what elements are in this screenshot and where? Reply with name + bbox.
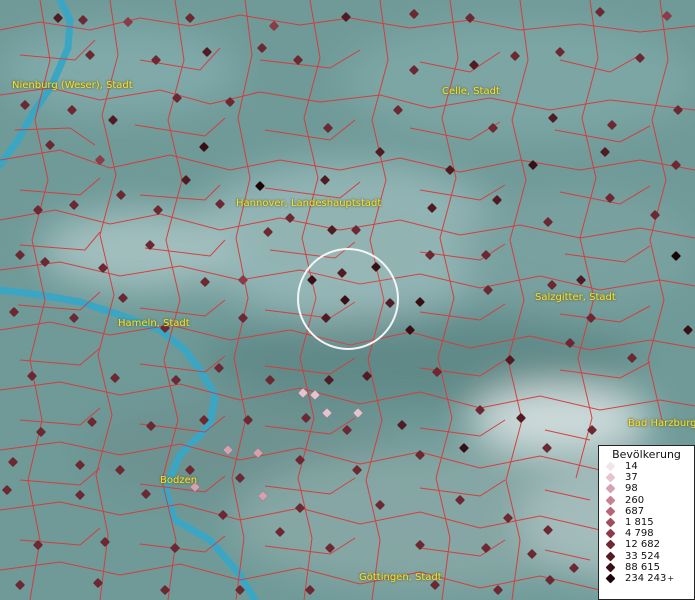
legend-row: 37 — [599, 472, 694, 483]
legend-swatch — [605, 472, 616, 483]
legend-title: Bevölkerung — [612, 448, 681, 461]
city-label-hannover: Hannover, Landeshauptstadt — [236, 198, 382, 209]
legend-swatch — [605, 484, 616, 494]
city-label-goettingen: Göttingen, Stadt — [359, 572, 442, 583]
city-label-bad-harzburg: Bad Harzburg — [628, 418, 695, 429]
legend-row: 260 — [599, 495, 694, 506]
legend-label: 687 — [625, 505, 645, 517]
legend-label: 98 — [625, 483, 638, 495]
legend-swatch — [605, 517, 616, 528]
legend-row: 12 682 — [599, 539, 694, 550]
legend-row: 4 798 — [599, 528, 694, 539]
population-legend: Bevölkerung 14 37 98 260 687 1 815 4 798 12 682… — [598, 445, 695, 600]
legend-row: 687 — [599, 506, 694, 517]
legend-row: 14 — [599, 461, 694, 472]
city-label-hameln: Hameln, Stadt — [118, 318, 190, 329]
legend-label: 37 — [625, 472, 638, 484]
city-label-nienburg: Nienburg (Weser), Stadt — [12, 80, 133, 91]
legend-label: 1 815 — [625, 517, 654, 529]
legend-row: 88 615 — [599, 562, 694, 573]
city-label-salzgitter: Salzgitter, Stadt — [535, 292, 616, 303]
legend-label: 14 — [625, 461, 638, 473]
legend-swatch — [605, 528, 616, 539]
legend-label: 4 798 — [625, 528, 654, 540]
legend-swatch — [605, 495, 616, 506]
legend-items: 14 37 98 260 687 1 815 4 798 12 682 33 524 88 615… — [599, 461, 694, 584]
legend-row: 1 815 — [599, 517, 694, 528]
legend-swatch — [605, 461, 616, 472]
legend-label: 234 243 — [625, 572, 667, 584]
legend-row: 234 243 + — [599, 573, 694, 584]
legend-swatch — [605, 562, 616, 573]
legend-swatch — [605, 573, 616, 584]
legend-label: 33 524 — [625, 550, 660, 562]
city-label-bodzen: Bodzen — [160, 475, 198, 486]
legend-plus: + — [667, 573, 675, 583]
legend-row: 33 524 — [599, 551, 694, 562]
city-label-celle: Celle, Stadt — [442, 86, 500, 97]
legend-swatch — [605, 506, 616, 517]
legend-label: 12 682 — [625, 539, 660, 551]
legend-label: 260 — [625, 494, 645, 506]
map-canvas[interactable]: Nienburg (Weser), Stadt Celle, Stadt Han… — [0, 0, 695, 600]
legend-row: 98 — [599, 483, 694, 494]
legend-label: 88 615 — [625, 561, 660, 573]
legend-swatch — [605, 539, 616, 550]
legend-swatch — [605, 551, 616, 562]
